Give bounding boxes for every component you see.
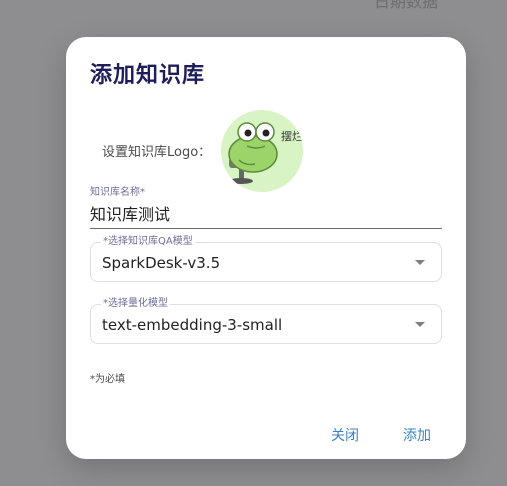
logo-text: 摆烂 (281, 129, 303, 143)
kb-name-input[interactable]: 知识库测试 (90, 201, 170, 225)
embedding-model-label: *选择量化模型 (101, 298, 170, 310)
add-button[interactable]: 添加 (403, 425, 431, 445)
kb-name-label: 知识库名称* (90, 187, 145, 198)
embedding-model-value: text-embedding-3-small (102, 316, 283, 334)
logo-label: 设置知识库Logo： (102, 145, 212, 160)
chevron-down-icon (415, 260, 425, 265)
qa-model-select[interactable]: *选择知识库QA模型 SparkDesk-v3.5 (90, 236, 442, 282)
background-text: 日期数据 (374, 0, 439, 11)
required-note: *为必填 (90, 374, 125, 385)
close-button[interactable]: 关闭 (331, 425, 359, 445)
frog-logo-icon: 摆烂 (228, 122, 303, 184)
dialog-title: 添加知识库 (90, 63, 206, 88)
add-knowledge-base-dialog: 添加知识库 设置知识库Logo： 摆烂 知识库名称* 知识库测试 *选择知识库Q… (66, 37, 466, 459)
qa-model-value: SparkDesk-v3.5 (102, 254, 221, 272)
logo-upload[interactable]: 摆烂 (221, 110, 303, 192)
chevron-down-icon (415, 322, 425, 327)
qa-model-label: *选择知识库QA模型 (101, 236, 195, 248)
kb-name-field[interactable]: 知识库名称* 知识库测试 (90, 183, 442, 229)
embedding-model-select[interactable]: *选择量化模型 text-embedding-3-small (90, 298, 442, 344)
